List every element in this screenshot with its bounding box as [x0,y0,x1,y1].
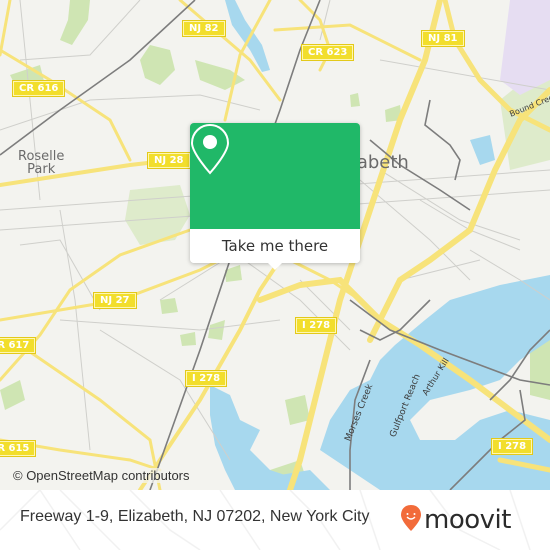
road-shield-nj-27: NJ 27 [93,292,137,309]
moovit-pin-icon [400,504,422,536]
airport-area [500,0,550,95]
road-shield-cr-616: CR 616 [11,80,66,97]
footer-bar: Freeway 1-9, Elizabeth, NJ 07202, New Yo… [0,490,550,550]
road-shield-i-278-b: I 278 [294,317,338,334]
location-popup: Take me there [190,123,360,270]
popup-header [190,123,360,229]
road-shield-nj-81: NJ 81 [421,30,465,47]
road-shield-cr-623: CR 623 [300,44,355,61]
place-label-roselle-park: Roselle Park [18,149,65,177]
road-shield-i-278-a: I 278 [184,370,228,387]
popup-pointer [267,262,283,270]
map-view[interactable]: Roselle Park Elizabeth NJ 82 CR 623 NJ 8… [0,0,550,490]
road-shield-cr-615: CR 615 [0,440,37,457]
road-shield-nj-28: NJ 28 [147,152,191,169]
map-attribution[interactable]: © OpenStreetMap contributors [10,468,193,483]
take-me-there-button[interactable]: Take me there [190,229,360,263]
road-shield-cr-617: CR 617 [0,337,37,354]
address-text: Freeway 1-9, Elizabeth, NJ 07202, New Yo… [20,508,370,525]
moovit-logo[interactable]: moovit [400,500,511,540]
moovit-wordmark: moovit [424,505,511,535]
road-shield-i-278-c: I 278 [490,438,534,455]
road-shield-nj-82: NJ 82 [182,20,226,37]
